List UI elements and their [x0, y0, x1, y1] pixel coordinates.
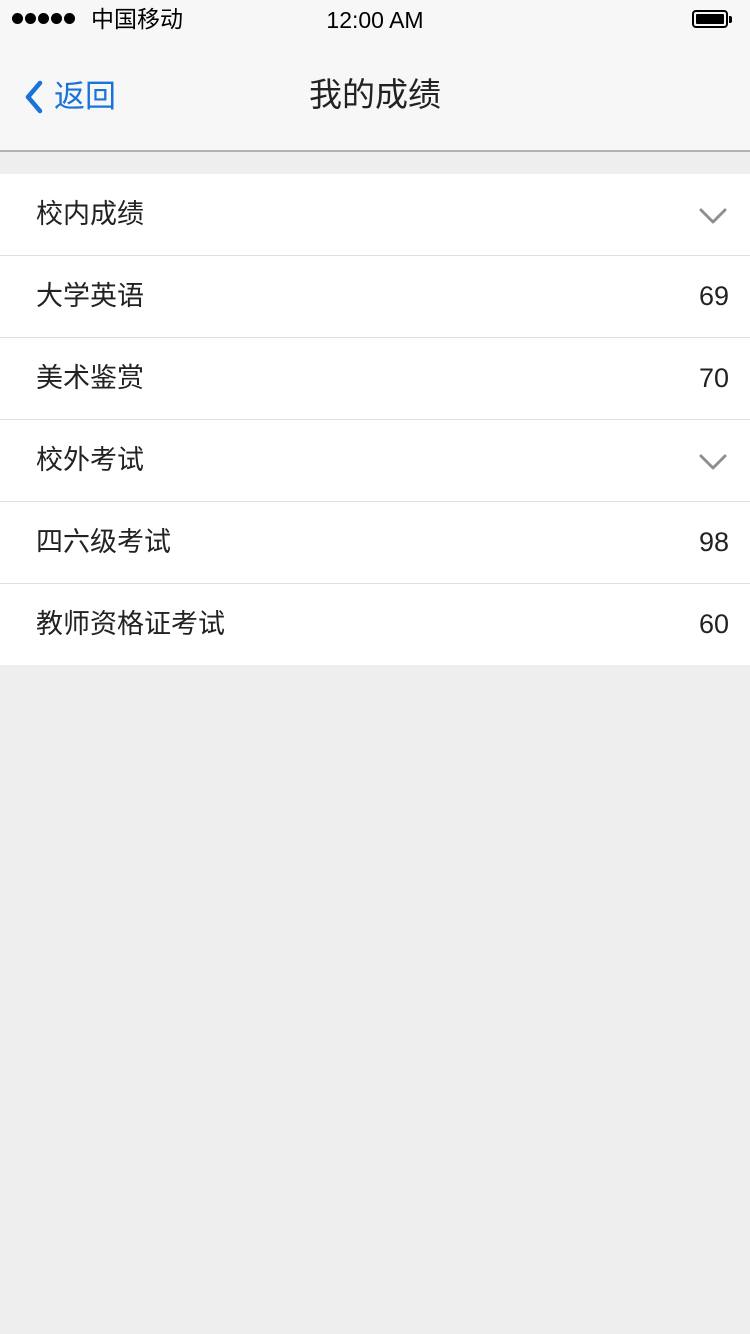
section-title: 校内成绩 [36, 199, 144, 230]
exam-score: 98 [698, 527, 729, 557]
section-header-external-exams[interactable]: 校外考试 [0, 420, 750, 502]
exam-name: 四六级考试 [36, 527, 171, 558]
chevron-down-icon [699, 454, 727, 470]
course-name: 美术鉴赏 [36, 363, 144, 394]
exam-name: 教师资格证考试 [36, 609, 225, 640]
score-list: 校内成绩 大学英语 69 美术鉴赏 70 校外考试 四六级考试 98 教师资格证… [0, 174, 750, 665]
course-score: 69 [698, 281, 729, 311]
status-time: 12:00 AM [326, 7, 424, 33]
status-bar: 中国移动 12:00 AM [0, 0, 750, 40]
exam-score: 60 [698, 609, 729, 639]
navigation-bar: 返回 我的成绩 [0, 40, 750, 152]
score-row-art-appreciation[interactable]: 美术鉴赏 70 [0, 338, 750, 420]
course-name: 大学英语 [36, 281, 144, 312]
page-title: 我的成绩 [309, 75, 441, 114]
battery-full-icon [692, 10, 732, 30]
section-title: 校外考试 [36, 445, 144, 476]
chevron-down-icon [699, 208, 727, 224]
score-row-college-english[interactable]: 大学英语 69 [0, 256, 750, 338]
section-header-campus-scores[interactable]: 校内成绩 [0, 174, 750, 256]
course-score: 70 [698, 363, 729, 393]
score-row-cet[interactable]: 四六级考试 98 [0, 502, 750, 584]
score-row-teacher-certificate[interactable]: 教师资格证考试 60 [0, 584, 750, 665]
